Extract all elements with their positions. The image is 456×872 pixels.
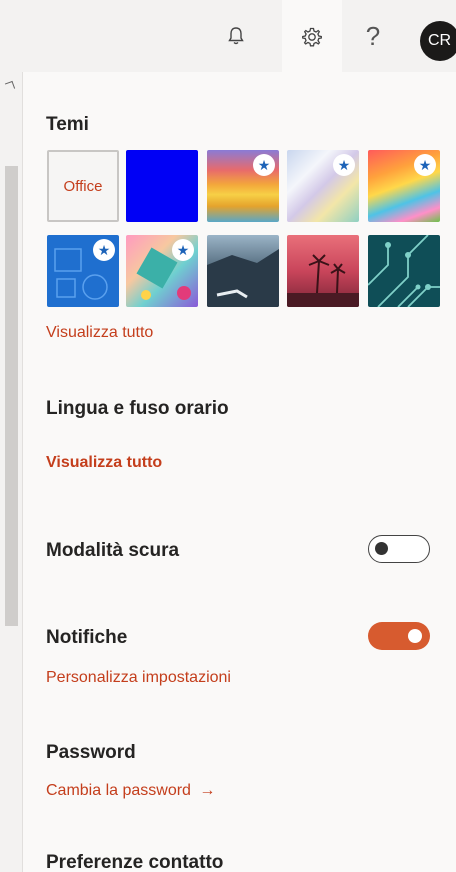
notifications-toggle[interactable] bbox=[368, 622, 430, 650]
notifications-button[interactable] bbox=[206, 0, 266, 72]
star-badge-icon: ★ bbox=[414, 154, 436, 176]
top-bar: ? CR bbox=[0, 0, 456, 74]
bell-icon bbox=[228, 27, 244, 45]
star-badge-icon: ★ bbox=[253, 154, 275, 176]
gear-icon bbox=[302, 27, 322, 47]
theme-blue[interactable] bbox=[126, 150, 198, 222]
change-password-label: Cambia la password bbox=[46, 782, 191, 799]
circuit-pattern bbox=[368, 235, 440, 307]
theme-mountain-snow[interactable] bbox=[207, 235, 279, 307]
avatar-initials: CR bbox=[428, 32, 452, 49]
theme-dragon[interactable]: ★ bbox=[368, 150, 440, 222]
password-title: Password bbox=[46, 742, 136, 763]
themes-view-all-link[interactable]: Visualizza tutto bbox=[46, 324, 153, 342]
toggle-knob bbox=[408, 629, 422, 643]
theme-pastel-swirl[interactable]: ★ bbox=[287, 150, 359, 222]
avatar[interactable]: CR bbox=[420, 21, 456, 61]
help-icon: ? bbox=[365, 20, 381, 51]
toggle-knob bbox=[375, 542, 388, 555]
change-password-link[interactable]: Cambia la password → bbox=[46, 782, 215, 800]
theme-circuit[interactable] bbox=[368, 235, 440, 307]
theme-office-label: Office bbox=[63, 177, 103, 195]
notifications-title: Notifiche bbox=[46, 627, 128, 648]
background-page-edge bbox=[0, 72, 20, 872]
customize-notifications-link[interactable]: Personalizza impostazioni bbox=[46, 669, 231, 687]
language-title: Lingua e fuso orario bbox=[46, 398, 229, 419]
star-badge-icon: ★ bbox=[93, 239, 115, 261]
theme-palm-sunset[interactable] bbox=[287, 235, 359, 307]
mountain-pattern bbox=[207, 249, 279, 307]
themes-title: Temi bbox=[46, 114, 89, 135]
star-badge-icon: ★ bbox=[172, 239, 194, 261]
dark-mode-title: Modalità scura bbox=[46, 540, 180, 561]
star-badge-icon: ★ bbox=[333, 154, 355, 176]
background-scrollbar[interactable] bbox=[5, 166, 18, 626]
language-view-all-link[interactable]: Visualizza tutto bbox=[46, 454, 162, 472]
theme-blueprint[interactable]: ★ bbox=[47, 235, 119, 307]
theme-board-game[interactable]: ★ bbox=[126, 235, 198, 307]
contact-preferences-title: Preferenze contatto bbox=[46, 852, 224, 872]
settings-button[interactable] bbox=[282, 0, 342, 74]
dark-mode-toggle[interactable] bbox=[368, 535, 430, 563]
settings-panel: Temi Office ★ ★ ★ ★ ★ Visualizza tutto L… bbox=[22, 72, 456, 872]
palm-pattern bbox=[287, 254, 359, 307]
chevron-icon bbox=[4, 80, 16, 92]
theme-office[interactable]: Office bbox=[47, 150, 119, 222]
arrow-right-icon: → bbox=[199, 782, 216, 799]
help-button[interactable]: ? bbox=[343, 0, 403, 72]
theme-rainbow-waves[interactable]: ★ bbox=[207, 150, 279, 222]
